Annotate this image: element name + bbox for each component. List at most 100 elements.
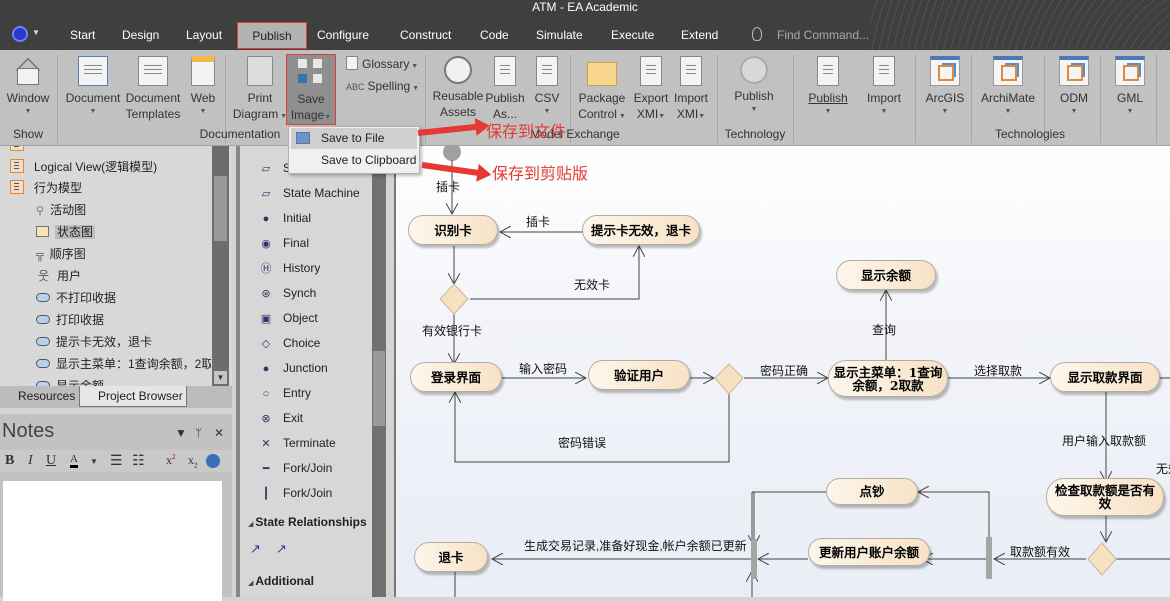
diagram-canvas[interactable]: 识别卡 提示卡无效，退卡 显示余额 登录界面 验证用户 显示主菜单：1查询余额，… xyxy=(394,146,1170,597)
gml-button[interactable]: GML ▼ xyxy=(1112,54,1148,118)
web-button[interactable]: Web ▼ xyxy=(186,54,220,118)
tool-state-machine[interactable]: ▱ State Machine xyxy=(260,183,360,203)
tool-history[interactable]: Ⓗ History xyxy=(260,258,321,278)
import-doc-icon xyxy=(873,56,895,86)
tree-item-partial[interactable] xyxy=(10,146,34,156)
toolbox-scrollbar[interactable] xyxy=(372,146,386,597)
technology-publish-button[interactable]: Publish ▼ xyxy=(730,54,778,116)
font-color-icon[interactable]: A xyxy=(70,453,78,468)
tab-layout[interactable]: Layout xyxy=(176,22,232,49)
tree-item-state-diagram[interactable]: 状态图 xyxy=(36,221,96,243)
browser-scrollbar[interactable]: ▼ xyxy=(212,146,229,386)
import-xmi-button[interactable]: Import XMI▼ xyxy=(672,54,710,123)
notes-editor[interactable] xyxy=(3,481,222,601)
technologies-import-button[interactable]: Import ▼ xyxy=(864,54,904,118)
tree-item-activity-diagram[interactable]: ⚲ 活动图 xyxy=(36,199,86,221)
package-control-button[interactable]: Package Control ▼ xyxy=(578,54,626,123)
tab-extend[interactable]: Extend xyxy=(671,22,728,49)
tool-fork-join-vertical[interactable]: ┃ Fork/Join xyxy=(260,483,333,503)
close-icon[interactable]: ✕ xyxy=(214,426,224,440)
menu-item-save-to-clipboard[interactable]: Save to Clipboard xyxy=(291,150,417,171)
archimate-button[interactable]: ArchiMate ▼ xyxy=(980,54,1036,118)
tree-item-logical-view[interactable]: Logical View(逻辑模型) xyxy=(10,156,157,178)
tree-item-sequence-diagram[interactable]: ╦ 顺序图 xyxy=(36,243,86,265)
document-templates-button[interactable]: Document Templates xyxy=(124,54,182,122)
tab-project-browser[interactable]: Project Browser xyxy=(79,386,187,407)
underline-button[interactable]: U xyxy=(46,453,56,469)
transition-tool-icon[interactable]: ↗ xyxy=(250,539,261,559)
tool-exit[interactable]: ⊗ Exit xyxy=(260,408,303,428)
italic-button[interactable]: I xyxy=(28,453,33,469)
hyperlink-icon[interactable] xyxy=(206,454,220,468)
tree-item-state[interactable]: 显示余额 xyxy=(36,375,104,386)
find-command-input[interactable]: Find Command... xyxy=(777,22,869,48)
section-additional[interactable]: Additional xyxy=(248,574,314,588)
document-button[interactable]: Document ▼ xyxy=(64,54,122,118)
tree-item-actor[interactable]: 웃 用户 xyxy=(38,265,81,287)
tab-construct[interactable]: Construct xyxy=(390,22,461,49)
tree-item-state[interactable]: 显示主菜单：1查询余额，2取 xyxy=(36,353,211,375)
state-verify-user[interactable]: 验证用户 xyxy=(588,360,690,390)
glossary-button[interactable]: Glossary ▼ xyxy=(346,56,418,73)
state-count-cash[interactable]: 点钞 xyxy=(826,478,918,505)
tool-synch[interactable]: ⊛ Synch xyxy=(260,283,316,303)
tool-label: Terminate xyxy=(283,436,336,450)
superscript-icon[interactable]: x2 xyxy=(166,453,176,468)
tab-code[interactable]: Code xyxy=(470,22,519,49)
scrollbar-thumb[interactable] xyxy=(373,351,385,426)
tab-design[interactable]: Design xyxy=(112,22,169,49)
tool-junction[interactable]: ● Junction xyxy=(260,358,328,378)
tree-item-state[interactable]: 提示卡无效，退卡 xyxy=(36,331,152,353)
dropdown-icon[interactable]: ▼ xyxy=(175,426,187,440)
tool-terminate[interactable]: ✕ Terminate xyxy=(260,433,336,453)
bold-button[interactable]: B xyxy=(5,453,14,469)
spelling-button[interactable]: ABC Spelling ▼ xyxy=(346,78,419,95)
tab-configure[interactable]: Configure xyxy=(307,22,379,49)
export-xmi-button[interactable]: Export XMI▼ xyxy=(632,54,670,123)
state-withdraw-screen[interactable]: 显示取款界面 xyxy=(1050,362,1160,392)
bullet-list-icon[interactable]: ☰ xyxy=(110,453,123,470)
tab-resources[interactable]: Resources xyxy=(0,386,78,407)
arcgis-button[interactable]: ArcGIS ▼ xyxy=(924,54,966,118)
chevron-down-icon[interactable]: ▼ xyxy=(32,28,40,37)
numbered-list-icon[interactable]: ☷ xyxy=(132,453,145,470)
tool-final[interactable]: ◉ Final xyxy=(260,233,309,253)
tool-choice[interactable]: ◇ Choice xyxy=(260,333,321,353)
self-transition-tool-icon[interactable]: ↗ xyxy=(276,539,287,559)
odm-button[interactable]: ODM ▼ xyxy=(1056,54,1092,118)
tool-initial[interactable]: ● Initial xyxy=(260,208,311,228)
pin-icon[interactable]: ᛘ xyxy=(195,426,202,440)
state-login[interactable]: 登录界面 xyxy=(410,362,502,392)
scrollbar-thumb[interactable] xyxy=(214,176,227,241)
state-update-balance[interactable]: 更新用户账户余额 xyxy=(808,538,930,566)
tab-simulate[interactable]: Simulate xyxy=(526,22,593,49)
technologies-publish-button[interactable]: Publish ▼ xyxy=(806,54,850,118)
tree-item-behavior-model[interactable]: 行为模型 xyxy=(10,177,82,199)
scroll-down-icon[interactable]: ▼ xyxy=(214,371,227,384)
state-show-balance[interactable]: 显示余额 xyxy=(836,260,936,290)
save-image-button[interactable]: Save Image▼ xyxy=(286,54,336,125)
app-menu-icon[interactable] xyxy=(12,26,28,42)
state-identify-card[interactable]: 识别卡 xyxy=(408,215,498,245)
window-button[interactable]: Window ▼ xyxy=(4,54,52,118)
csv-button[interactable]: CSV ▼ xyxy=(532,54,562,118)
state-invalid-card[interactable]: 提示卡无效，退卡 xyxy=(582,215,700,245)
tab-publish[interactable]: Publish xyxy=(237,22,307,49)
subscript-icon[interactable]: x2 xyxy=(188,453,198,469)
tool-fork-join-horizontal[interactable]: ━ Fork/Join xyxy=(260,458,333,478)
tab-start[interactable]: Start xyxy=(60,22,105,49)
tree-item-state[interactable]: 不打印收据 xyxy=(36,287,116,309)
state-check-amount[interactable]: 检查取款额是否有效 xyxy=(1046,478,1164,516)
tree-item-state[interactable]: 打印收据 xyxy=(36,309,104,331)
tool-object[interactable]: ▣ Object xyxy=(260,308,318,328)
state-eject-card[interactable]: 退卡 xyxy=(414,542,488,572)
state-main-menu[interactable]: 显示主菜单：1查询余额，2取款 xyxy=(828,360,948,397)
reusable-assets-button[interactable]: Reusable Assets xyxy=(432,54,484,120)
menu-item-save-to-file[interactable]: Save to File xyxy=(291,128,417,149)
tool-entry[interactable]: ○ Entry xyxy=(260,383,311,403)
print-diagram-button[interactable]: Print Diagram ▼ xyxy=(232,54,288,123)
publish-as-button[interactable]: Publish As... xyxy=(484,54,526,122)
tab-execute[interactable]: Execute xyxy=(601,22,664,49)
chevron-down-icon[interactable]: ▼ xyxy=(90,457,98,466)
section-state-relationships[interactable]: State Relationships xyxy=(248,515,366,529)
